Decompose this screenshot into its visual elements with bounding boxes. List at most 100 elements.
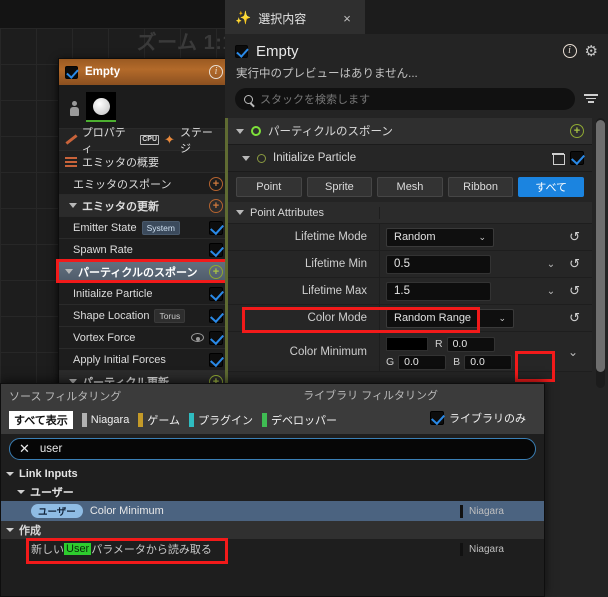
lifetime-mode-dropdown[interactable]: Random ⌄ xyxy=(386,227,494,247)
revert-icon[interactable]: ↺ xyxy=(569,283,586,299)
module-enabled-checkbox[interactable] xyxy=(209,242,223,257)
tab-label: 選択内容 xyxy=(258,11,307,26)
revert-icon[interactable]: ↺ xyxy=(569,310,586,326)
revert-icon[interactable]: ↺ xyxy=(569,229,586,245)
module-label: Shape Location xyxy=(73,309,150,322)
module-enabled-checkbox[interactable] xyxy=(209,330,223,345)
stack-module-initialize-particle[interactable]: Initialize Particle xyxy=(228,145,592,172)
module-row-apply-initial-forces[interactable]: Apply Initial Forces xyxy=(59,348,229,370)
color-swatch[interactable] xyxy=(386,337,428,351)
module-enabled-checkbox[interactable] xyxy=(209,352,223,367)
module-enabled-checkbox[interactable] xyxy=(209,286,223,301)
chevron-down-icon[interactable] xyxy=(65,269,73,274)
module-row-emitter-state[interactable]: Emitter State System xyxy=(59,216,229,238)
chevron-down-icon[interactable] xyxy=(236,210,244,215)
module-row-spawn-rate[interactable]: Spawn Rate xyxy=(59,238,229,260)
emitter-node[interactable]: Empty i プロパティ CPU ✦ ステージ エミッタの概要 エミッタのスポ… xyxy=(58,58,230,393)
group-create[interactable]: 作成 xyxy=(1,521,544,539)
module-enabled-checkbox[interactable] xyxy=(570,151,584,165)
gear-icon[interactable]: ⚙ xyxy=(585,42,598,60)
chevron-down-icon[interactable] xyxy=(6,528,14,532)
emitter-properties-row[interactable]: プロパティ CPU ✦ ステージ xyxy=(59,127,229,155)
group-link-inputs[interactable]: Link Inputs xyxy=(1,465,544,483)
source-marker: Niagara xyxy=(459,504,544,518)
emitter-thumbnail[interactable] xyxy=(86,92,116,122)
module-row-shape-location[interactable]: Shape Location Torus xyxy=(59,304,229,326)
chevron-down-icon[interactable] xyxy=(6,472,14,476)
parameter-search-input[interactable]: ✕ user xyxy=(9,438,536,460)
eye-icon[interactable] xyxy=(191,333,204,342)
chevron-down-icon[interactable] xyxy=(236,128,244,134)
delete-icon[interactable] xyxy=(552,152,565,165)
mode-button-all[interactable]: すべて xyxy=(518,177,584,197)
property-row-lifetime-min[interactable]: Lifetime Min 0.5 ⌄ ↺ xyxy=(228,251,592,278)
property-row-color-minimum[interactable]: Color Minimum R 0.0 G 0.0 B 0.0 ⌄ xyxy=(228,332,592,372)
r-input[interactable]: 0.0 xyxy=(446,336,495,352)
mode-button-ribbon[interactable]: Ribbon xyxy=(447,177,514,197)
particle-spawn-section-row[interactable]: パーティクルのスポーン + xyxy=(59,260,229,282)
lifetime-min-input[interactable]: 0.5 xyxy=(386,254,491,274)
add-module-icon[interactable]: + xyxy=(209,198,223,213)
emitter-enabled-checkbox[interactable] xyxy=(65,65,78,79)
property-row-color-mode[interactable]: Color Mode Random Range ⌄ ↺ xyxy=(228,305,592,332)
list-item-color-minimum[interactable]: ユーザー Color Minimum Niagara xyxy=(1,501,544,521)
emitter-update-row[interactable]: エミッタの更新 + xyxy=(59,194,229,216)
library-only-checkbox[interactable] xyxy=(430,411,444,425)
plus-icon[interactable]: ✦ xyxy=(164,133,175,146)
particle-spawn-label: パーティクルのスポーン xyxy=(78,266,198,279)
x-icon[interactable]: ✕ xyxy=(19,441,30,457)
lifetime-max-input[interactable]: 1.5 xyxy=(386,281,491,301)
g-input[interactable]: 0.0 xyxy=(398,354,447,370)
module-enabled-checkbox[interactable] xyxy=(209,308,223,323)
close-icon[interactable]: × xyxy=(343,11,351,26)
module-row-vortex-force[interactable]: Vortex Force xyxy=(59,326,229,348)
group-user[interactable]: ユーザー xyxy=(1,483,544,501)
add-module-icon[interactable]: + xyxy=(209,264,223,279)
emitter-spawn-row[interactable]: エミッタのスポーン + xyxy=(59,172,229,194)
mode-button-sprite[interactable]: Sprite xyxy=(306,177,373,197)
info-icon[interactable]: i xyxy=(562,44,577,58)
stack-group-particle-spawn[interactable]: パーティクルのスポーン + xyxy=(228,118,592,145)
emitter-summary-label: エミッタの概要 xyxy=(82,156,159,169)
property-row-lifetime-mode[interactable]: Lifetime Mode Random ⌄ ↺ xyxy=(228,224,592,251)
chip-plugin[interactable]: プラグイン xyxy=(189,412,253,428)
chevron-down-icon[interactable] xyxy=(69,203,77,208)
module-row-initialize-particle[interactable]: Initialize Particle xyxy=(59,282,229,304)
selection-enabled-checkbox[interactable] xyxy=(235,44,248,58)
module-enabled-checkbox[interactable] xyxy=(209,220,223,235)
tab-selection[interactable]: ✨ 選択内容 × xyxy=(225,0,365,34)
filter-icon[interactable] xyxy=(584,94,598,104)
chevron-down-icon[interactable] xyxy=(17,490,25,494)
emitter-thumbnail-row xyxy=(59,85,229,128)
chevron-down-icon[interactable]: ⌄ xyxy=(547,259,555,270)
add-module-icon[interactable]: + xyxy=(209,176,223,191)
info-icon[interactable]: i xyxy=(209,65,223,79)
chevron-down-icon[interactable]: ⌄ xyxy=(547,286,555,297)
property-label: Lifetime Mode xyxy=(228,224,380,250)
emitter-stage-label: ステージ xyxy=(179,126,213,155)
list-item-read-from-new-user-parameter[interactable]: 新しい User パラメータから読み取る Niagara xyxy=(1,539,544,559)
property-row-lifetime-max[interactable]: Lifetime Max 1.5 ⌄ ↺ xyxy=(228,278,592,305)
chip-developer[interactable]: デベロッパー xyxy=(262,412,337,428)
stack-search-input[interactable]: スタックを検索します xyxy=(235,88,575,110)
chip-niagara[interactable]: Niagara xyxy=(81,413,129,427)
emitter-node-header[interactable]: Empty i xyxy=(59,59,229,85)
point-attributes-label: Point Attributes xyxy=(250,206,324,219)
chip-game[interactable]: ゲーム xyxy=(138,412,180,428)
spawn-ring-icon xyxy=(251,126,261,136)
chip-color-bar xyxy=(138,413,144,427)
stack-scrollbar-thumb[interactable] xyxy=(596,120,605,372)
chip-show-all[interactable]: すべて表示 xyxy=(9,411,73,429)
color-minimum-expand-chevron-icon[interactable]: ⌄ xyxy=(568,345,578,359)
mode-button-mesh[interactable]: Mesh xyxy=(377,177,443,197)
library-only-toggle[interactable]: ライブラリのみ xyxy=(430,410,526,426)
property-label: Color Minimum xyxy=(228,332,380,371)
mode-button-point[interactable]: Point xyxy=(236,177,302,197)
color-mode-dropdown[interactable]: Random Range ⌄ xyxy=(386,308,514,328)
b-input[interactable]: 0.0 xyxy=(464,354,513,370)
revert-icon[interactable]: ↺ xyxy=(569,256,586,272)
chevron-down-icon[interactable] xyxy=(242,155,250,161)
add-module-icon[interactable]: + xyxy=(570,124,584,138)
tab-strip: ✨ 選択内容 × xyxy=(225,0,608,34)
point-attributes-header[interactable]: Point Attributes xyxy=(228,202,592,224)
